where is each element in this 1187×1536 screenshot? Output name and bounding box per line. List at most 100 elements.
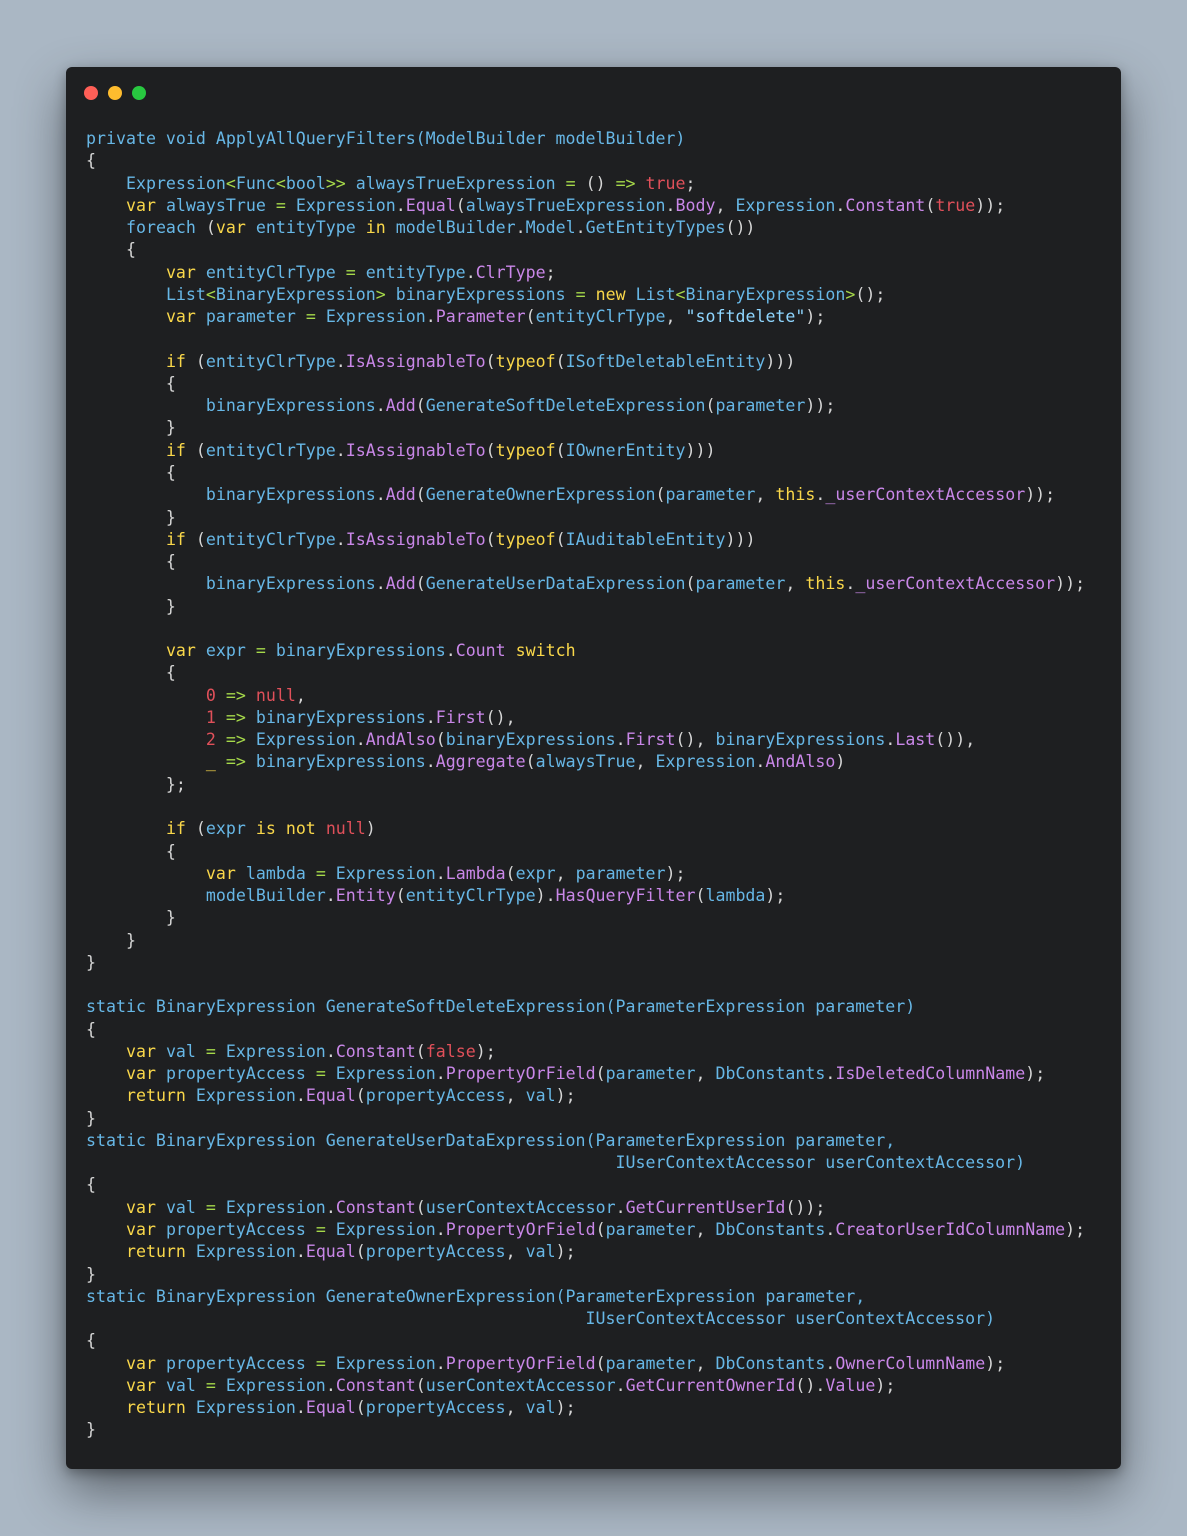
code-line: 2 => Expression.AndAlso(binaryExpression… (86, 729, 1121, 751)
code-token: { (86, 240, 136, 260)
code-token: var (125, 1220, 156, 1240)
code-token: this (775, 485, 816, 505)
code-line: { (86, 373, 1121, 395)
code-token: . (885, 730, 896, 750)
code-token: is not (255, 819, 316, 839)
code-token: expr (515, 863, 556, 883)
code-token: expr (205, 819, 256, 839)
code-token: => (615, 173, 636, 193)
code-token: ( (685, 574, 696, 594)
code-token: Constant (845, 195, 926, 215)
code-token: binaryExpressions (245, 752, 426, 772)
code-token: PropertyOrField (445, 1353, 596, 1373)
code-token: < (205, 284, 216, 304)
code-token: val (525, 1086, 556, 1106)
code-token: foreach (125, 218, 196, 238)
code-token: Add (385, 485, 416, 505)
code-token: Expression (215, 1041, 326, 1061)
code-token: ))) (765, 351, 796, 371)
code-token: GetEntityTypes (585, 218, 726, 238)
code-token: val (155, 1197, 206, 1217)
code-token: if (165, 529, 186, 549)
code-line: static BinaryExpression GenerateSoftDele… (86, 996, 1121, 1018)
code-token: null (325, 819, 366, 839)
code-token: Expression (325, 1220, 436, 1240)
code-token: Constant (335, 1197, 416, 1217)
code-token: parameter (605, 1353, 696, 1373)
maximize-button[interactable] (132, 86, 146, 100)
code-token: typeof (495, 529, 556, 549)
code-token: )); (1025, 485, 1056, 505)
code-token: , (505, 1086, 526, 1106)
code-token: alwaysTrue (155, 195, 276, 215)
code-token: _ (205, 752, 216, 772)
code-token: if (165, 440, 186, 460)
code-token: binaryExpressions (715, 730, 886, 750)
code-line: { (86, 1330, 1121, 1352)
code-token: GetCurrentUserId (625, 1197, 786, 1217)
code-token: . (435, 1353, 446, 1373)
code-token: Expression (185, 1086, 296, 1106)
code-token: userContextAccessor (425, 1197, 616, 1217)
code-token: First (435, 707, 486, 727)
code-token: Expression (325, 863, 436, 883)
code-token: CreatorUserIdColumnName (835, 1220, 1066, 1240)
code-token: . (435, 1064, 446, 1084)
code-token: true (935, 195, 976, 215)
code-line: if (entityClrType.IsAssignableTo(typeof(… (86, 440, 1121, 462)
code-token: Expression (185, 1242, 296, 1262)
code-token: Aggregate (435, 752, 526, 772)
code-token: Expression (185, 1398, 296, 1418)
code-token: . (375, 574, 386, 594)
code-token: parameter (605, 1220, 696, 1240)
code-token: new (595, 284, 626, 304)
code-token: = (315, 1220, 326, 1240)
code-token: Equal (305, 1398, 356, 1418)
code-token: true (645, 173, 686, 193)
code-line: 1 => binaryExpressions.First(), (86, 707, 1121, 729)
code-token: Expression (215, 1197, 326, 1217)
code-token: ISoftDeletableEntity (565, 351, 766, 371)
code-token: ); (765, 886, 786, 906)
code-line: Expression<Func<bool>> alwaysTrueExpress… (86, 173, 1121, 195)
code-token: DbConstants (715, 1064, 826, 1084)
code-token: ( (415, 1041, 426, 1061)
code-token: Add (385, 396, 416, 416)
code-token: IUserContextAccessor userContextAccessor… (86, 1309, 996, 1329)
code-token: . (335, 351, 346, 371)
code-token: userContextAccessor (425, 1375, 616, 1395)
code-token: , (785, 574, 806, 594)
code-token: IAuditableEntity (565, 529, 726, 549)
code-token: Expression (245, 730, 356, 750)
code-token: Expression (315, 307, 426, 327)
code-token: Equal (405, 195, 456, 215)
code-line: if (entityClrType.IsAssignableTo(typeof(… (86, 529, 1121, 551)
code-token: binaryExpressions (205, 574, 376, 594)
code-token: GenerateOwnerExpression (425, 485, 656, 505)
code-token: ( (415, 574, 426, 594)
code-token: , (555, 863, 576, 883)
code-token: propertyAccess (365, 1086, 506, 1106)
minimize-button[interactable] (108, 86, 122, 100)
code-token: Expression (655, 752, 756, 772)
code-line: } (86, 1108, 1121, 1130)
code-line: binaryExpressions.Add(GenerateOwnerExpre… (86, 484, 1121, 506)
code-token: (); (855, 284, 886, 304)
code-token: ( (525, 752, 536, 772)
code-token: , (665, 307, 686, 327)
code-token: ()), (935, 730, 976, 750)
code-token: ( (595, 1064, 606, 1084)
code-token: alwaysTrue (535, 752, 636, 772)
code-token: . (515, 218, 526, 238)
code-token: , (715, 195, 736, 215)
code-token: . (355, 730, 366, 750)
code-token: modelBuilder (385, 218, 516, 238)
close-button[interactable] (84, 86, 98, 100)
code-token: ( (705, 396, 716, 416)
code-token: = (315, 863, 326, 883)
